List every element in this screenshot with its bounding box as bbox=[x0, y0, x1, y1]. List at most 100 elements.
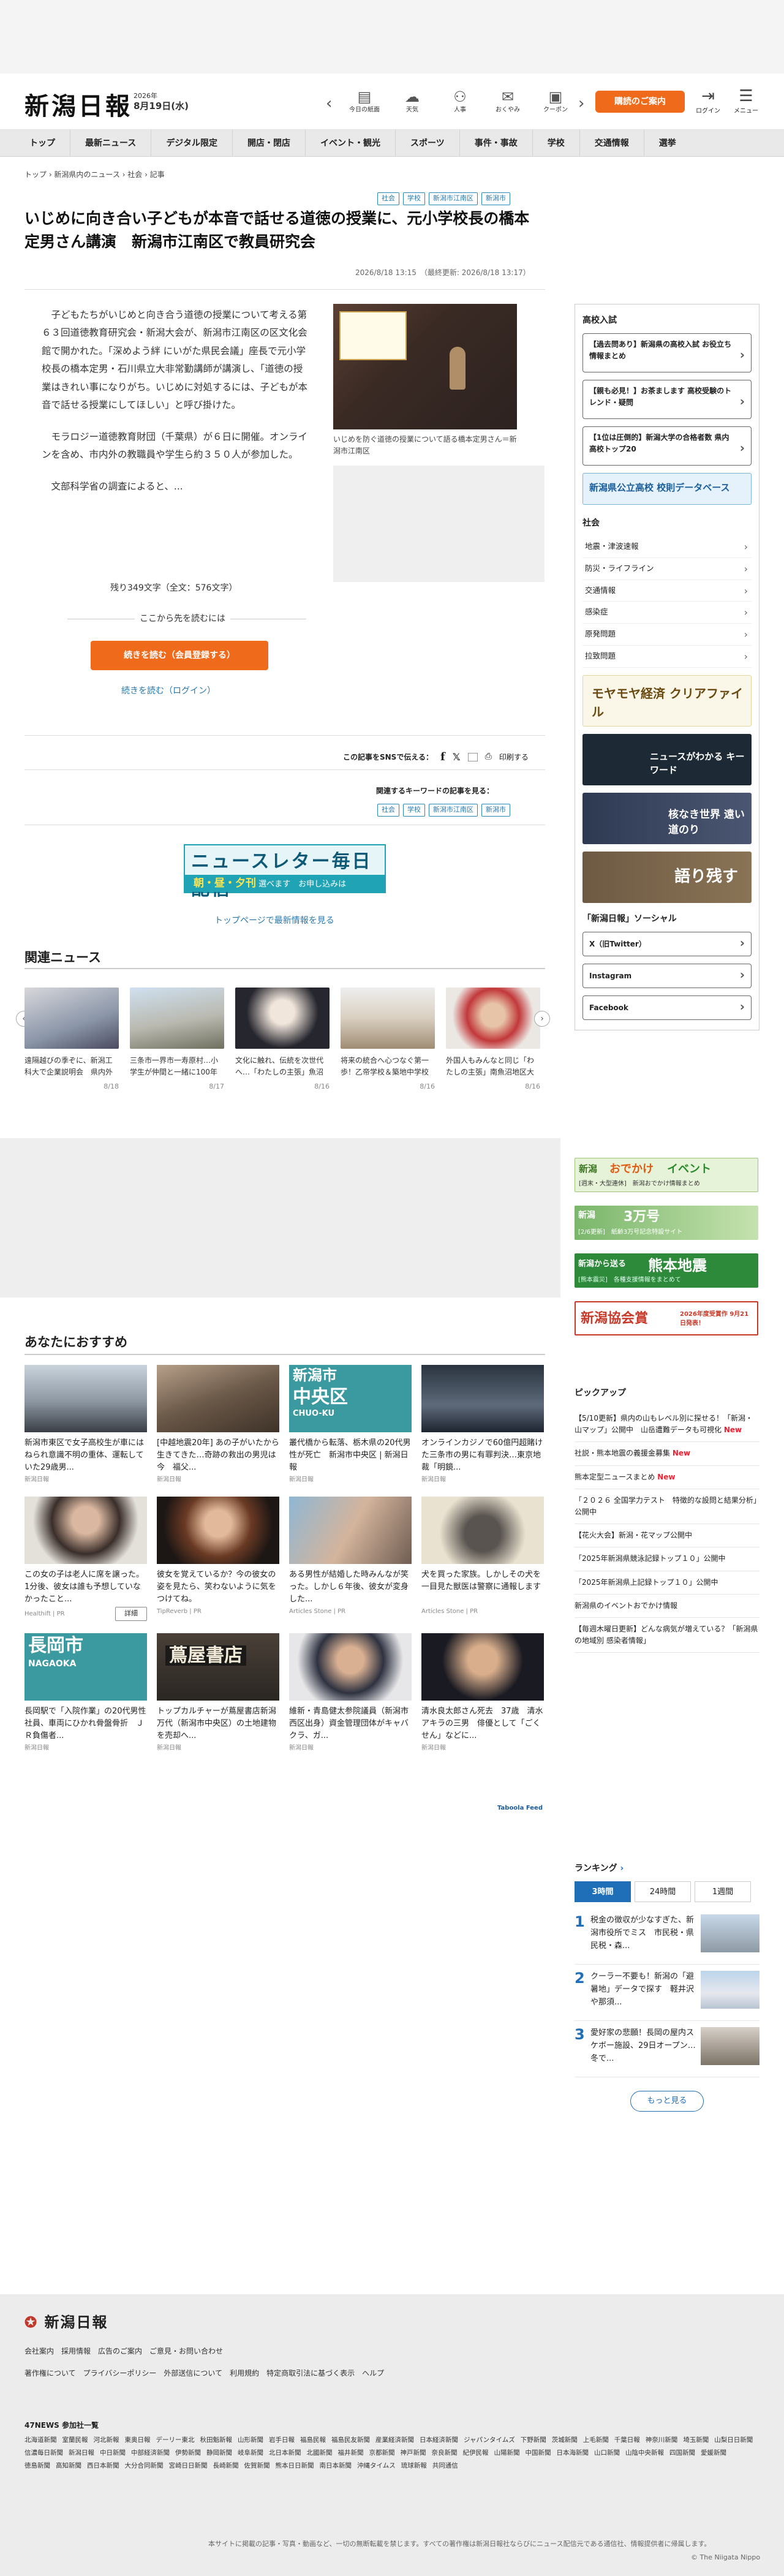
recommend-card[interactable]: 蔦屋書店 トップカルチャーが蔦屋書店新潟万代（新潟市中央区）の土地建物を売却へ..… bbox=[157, 1633, 279, 1753]
recommend-card[interactable]: 新潟市東区で女子高校生が車にはねられ意識不明の重体、運転していた29歳男... 新… bbox=[24, 1365, 147, 1484]
partner-paper-link[interactable]: 北日本新聞 bbox=[269, 2447, 301, 2460]
pickup-item[interactable]: 新潟県のイベントおでかけ情報 bbox=[575, 1595, 760, 1618]
print-icon[interactable]: ⎙ bbox=[485, 750, 492, 763]
partner-paper-link[interactable]: 伊勢新聞 bbox=[175, 2447, 201, 2460]
ad-kyokai[interactable]: 新潟協会賞 2026年度受賞作 9月21日発表！ bbox=[575, 1301, 758, 1335]
recommend-card[interactable]: 清水良太郎さん死去 37歳 清水アキラの三男 俳優として「ごくせん」などに...… bbox=[421, 1633, 544, 1753]
recommend-card[interactable]: 維新・青島健太参院議員（新潟市西区出身）資金管理団体がキャバクラ、ガ... 新潟日… bbox=[289, 1633, 412, 1753]
tool-weather[interactable]: ☁ 天気 bbox=[388, 88, 436, 115]
footer-logo[interactable]: ✪ 新潟日報 bbox=[24, 2311, 108, 2333]
sidebar-society-item[interactable]: 交通情報 bbox=[582, 580, 752, 602]
sidebar-society-item[interactable]: 感染症 bbox=[582, 602, 752, 624]
nav-item[interactable]: イベント・観光 bbox=[306, 130, 396, 156]
partner-paper-link[interactable]: 南日本新聞 bbox=[320, 2460, 352, 2472]
partner-paper-link[interactable]: 共同通信 bbox=[432, 2460, 458, 2472]
pickup-item[interactable]: 【毎週木曜日更新】どんな病気が増えている？「新潟県の地域別 感染者情報」 bbox=[575, 1618, 760, 1653]
login-button[interactable]: ⇥ ログイン bbox=[692, 86, 724, 116]
ranking-more-button[interactable]: もっと見る bbox=[630, 2091, 704, 2112]
recommend-card[interactable]: 新潟市 中央区 CHUO-KU 叢代橋から転落、栃木県の20代男性が死亡 新潟市中央区… bbox=[289, 1365, 412, 1484]
partner-paper-link[interactable]: 福井新聞 bbox=[338, 2447, 364, 2460]
related-item[interactable]: 将来の統合へ心つなぐ第一歩！乙帝学校＆築地中学校（胎内市）が... 8/16 bbox=[341, 988, 435, 1092]
pickup-item[interactable]: 熊本定型ニュースまとめ New bbox=[575, 1466, 760, 1489]
tool-condolence[interactable]: ✉ おくやみ bbox=[484, 88, 532, 115]
footer-link[interactable]: ご意見・お問い合わせ bbox=[149, 2346, 223, 2357]
pickup-item[interactable]: 【5/10更新】県内の山もレベル別に探せる！「新潟・山マップ」公開中 山岳遭難デ… bbox=[575, 1407, 760, 1443]
subscribe-button[interactable]: 購読のご案内 bbox=[595, 91, 685, 113]
chevron-left-icon[interactable]: ‹ bbox=[326, 92, 332, 116]
partner-paper-link[interactable]: 北海道新聞 bbox=[24, 2434, 57, 2447]
tool-personnel[interactable]: ⚇ 人事 bbox=[436, 88, 484, 115]
read-more-register-button[interactable]: 続きを読む（会員登録する） bbox=[91, 641, 268, 670]
tag-link[interactable]: 新潟市 bbox=[481, 192, 510, 205]
recommend-card[interactable]: ある男性が結婚した時みんなが笑った。しかし６年後、彼女が変身した... Artic… bbox=[289, 1497, 412, 1621]
detail-button[interactable]: 詳細 bbox=[115, 1607, 147, 1621]
partner-paper-link[interactable]: 産業経済新聞 bbox=[375, 2434, 414, 2447]
ad-kumamoto[interactable]: 新潟から送る 熊本地震 [熊本震災] 各種支援情報をまとめて bbox=[575, 1253, 758, 1288]
taboola-logo[interactable]: Taboola Feed bbox=[497, 1804, 543, 1813]
tool-coupon[interactable]: ▣ クーポン bbox=[532, 88, 579, 115]
carousel-next-icon[interactable]: › bbox=[534, 1011, 550, 1027]
nav-item[interactable]: 交通情報 bbox=[580, 130, 644, 156]
partner-paper-link[interactable]: 西日本新聞 bbox=[87, 2460, 119, 2472]
partner-paper-link[interactable]: 北國新聞 bbox=[307, 2447, 333, 2460]
footer-link[interactable]: 採用情報 bbox=[61, 2346, 91, 2357]
footer-link[interactable]: 特定商取引法に基づく表示 bbox=[266, 2368, 355, 2379]
partner-paper-link[interactable]: 岐阜新聞 bbox=[238, 2447, 263, 2460]
sidebar-school-button[interactable]: 【過去問あり】新潟県の高校入試 お役立ち情報まとめ bbox=[582, 333, 752, 372]
tag-link[interactable]: 学校 bbox=[403, 192, 425, 205]
tag-link[interactable]: 新潟市 bbox=[481, 804, 510, 817]
nav-item[interactable]: 開店・閉店 bbox=[233, 130, 306, 156]
footer-link[interactable]: 広告のご案内 bbox=[98, 2346, 142, 2357]
partner-paper-link[interactable]: 下野新聞 bbox=[521, 2434, 546, 2447]
footer-link[interactable]: ヘルプ bbox=[362, 2368, 384, 2379]
breadcrumb[interactable]: トップ › 新潟県内のニュース › 社会 › 記事 bbox=[0, 157, 784, 180]
nav-item[interactable]: デジタル限定 bbox=[151, 130, 233, 156]
x-icon[interactable]: 𝕏 bbox=[453, 750, 461, 765]
sidebar-school-button[interactable]: 【1位は圧倒的】新潟大学の合格者数 県内高校トップ20 bbox=[582, 426, 752, 466]
partner-paper-link[interactable]: 山梨日日新聞 bbox=[714, 2434, 753, 2447]
menu-button[interactable]: ☰ メニュー bbox=[730, 86, 762, 116]
tag-link[interactable]: 新潟市江南区 bbox=[429, 804, 478, 817]
tab-3h[interactable]: 3時間 bbox=[575, 1881, 631, 1902]
partner-paper-link[interactable]: 紀伊民報 bbox=[463, 2447, 489, 2460]
recommend-card[interactable]: 彼女を覚えているか？今の彼女の姿を見たら、笑わないように気をつけてね。 TipRe… bbox=[157, 1497, 279, 1621]
partner-paper-link[interactable]: 河北新報 bbox=[94, 2434, 119, 2447]
partner-paper-link[interactable]: 長崎新聞 bbox=[213, 2460, 239, 2472]
ranking-item[interactable]: 2 クーラー不要も！新潟の「避暑地」データで探す 軽井沢や那須... bbox=[575, 1965, 760, 2021]
nav-item[interactable]: 学校 bbox=[533, 130, 580, 156]
banner-keyword[interactable]: ニュースがわかる キーワード bbox=[582, 733, 752, 785]
print-link[interactable]: 印刷する bbox=[499, 752, 529, 763]
partner-paper-link[interactable]: 山陰中央新報 bbox=[625, 2447, 664, 2460]
partner-paper-link[interactable]: 新潟日報 bbox=[69, 2447, 94, 2460]
partner-paper-link[interactable]: 埼玉新聞 bbox=[683, 2434, 709, 2447]
recommend-card[interactable]: この女の子は老人に席を譲った。1分後、彼女は誰も予想していなかったこと... He… bbox=[24, 1497, 147, 1621]
partner-paper-link[interactable]: 琉球新報 bbox=[401, 2460, 427, 2472]
partner-paper-link[interactable]: 京都新聞 bbox=[369, 2447, 395, 2460]
top-page-link[interactable]: トップページで最新情報を見る bbox=[214, 915, 334, 927]
school-rules-banner[interactable]: 新潟県公立高校 校則データベース bbox=[582, 473, 752, 505]
partner-paper-link[interactable]: 信濃毎日新聞 bbox=[24, 2447, 63, 2460]
footer-link[interactable]: 会社案内 bbox=[24, 2346, 54, 2357]
recommend-card[interactable]: オンラインカジノで60億円超賭けた三条市の男に有罪判決…東京地裁「明鏡... 新潟… bbox=[421, 1365, 544, 1484]
partner-paper-link[interactable]: 佐賀新聞 bbox=[244, 2460, 270, 2472]
tag-link[interactable]: 新潟市江南区 bbox=[429, 192, 478, 205]
footer-link[interactable]: 利用規約 bbox=[230, 2368, 259, 2379]
related-item[interactable]: 三条市一界市一寿原村…小学生が仲間と一緒に100年口而辛！南... 8/17 bbox=[130, 988, 224, 1092]
partner-paper-link[interactable]: 高知新聞 bbox=[56, 2460, 81, 2472]
partner-paper-link[interactable]: 宮崎日日新聞 bbox=[169, 2460, 208, 2472]
partner-paper-link[interactable]: 千葉日報 bbox=[614, 2434, 640, 2447]
partner-paper-link[interactable]: 神奈川新聞 bbox=[646, 2434, 678, 2447]
related-item[interactable]: 外国人もみんなと同じ「わたしの主張」南魚沼地区大会、最優秀賞... 8/16 bbox=[446, 988, 540, 1092]
tag-link[interactable]: 社会 bbox=[377, 804, 399, 817]
ranking-title[interactable]: ランキング › bbox=[575, 1862, 760, 1875]
sidebar-society-item[interactable]: 拉致問題 bbox=[582, 646, 752, 668]
nav-item[interactable]: トップ bbox=[24, 130, 70, 156]
ad-odekake[interactable]: 新潟 おでかけ イベント [週末・大型連休] 新潟おでかけ情報まとめ bbox=[575, 1158, 758, 1192]
related-item[interactable]: 文化に触れ、伝統を次世代へ…「わたしの主張」魚沼地区大会、古... 8/16 bbox=[235, 988, 330, 1092]
sidebar-society-item[interactable]: 防災・ライフライン bbox=[582, 558, 752, 580]
banner-moyamoya[interactable]: モヤモヤ経済 クリアファイル bbox=[582, 674, 752, 727]
related-item[interactable]: 遠隔越びの季ぞに、新潟工科大で企業説明会 県内外の88社が持... 8/18 bbox=[24, 988, 119, 1092]
banner-nuclear[interactable]: 核なき世界 遠い道のり bbox=[582, 792, 752, 844]
partner-paper-link[interactable]: 中部経済新聞 bbox=[131, 2447, 170, 2460]
partner-paper-link[interactable]: 四国新聞 bbox=[669, 2447, 695, 2460]
